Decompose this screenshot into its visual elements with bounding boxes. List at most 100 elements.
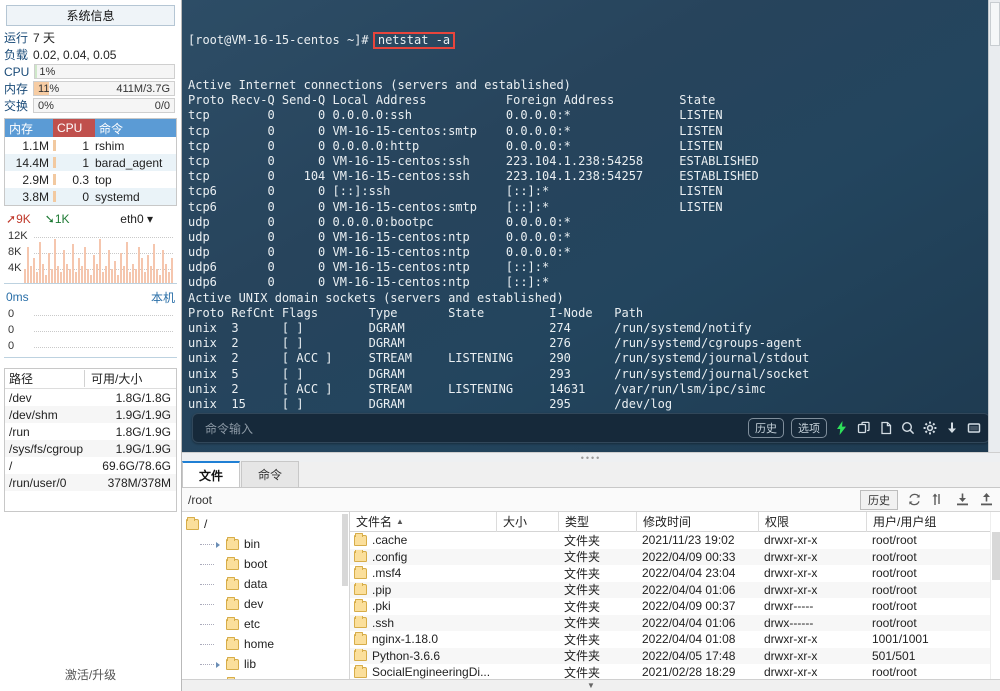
terminal-line: tcp 0 0 VM-16-15-centos:smtp 0.0.0.0:* L… (188, 123, 723, 138)
file-name-cell: .cache (350, 533, 496, 547)
command-input-placeholder[interactable]: 命令输入 (205, 420, 253, 437)
process-col-cmd[interactable]: 命令 (95, 119, 176, 137)
panel-splitter[interactable]: •••• (182, 452, 1000, 462)
tree-item-lib[interactable]: lib (182, 654, 349, 674)
disk-row[interactable]: /sys/fs/cgroup 1.9G/1.9G (5, 440, 176, 457)
file-row[interactable]: .msf4 文件夹 2022/04/04 23:04 drwxr-xr-x root/r… (350, 565, 1000, 582)
terminal-scrollbar[interactable] (988, 0, 1000, 452)
expand-toggle-icon[interactable] (216, 641, 223, 648)
expand-toggle-icon[interactable] (216, 561, 223, 568)
disk-row[interactable]: /run/user/0 378M/378M (5, 474, 176, 491)
expand-toggle-icon[interactable] (216, 661, 223, 668)
column-header-name[interactable]: 文件名 ▲ (350, 512, 496, 532)
expand-toggle-icon[interactable] (216, 581, 223, 588)
tab-commands[interactable]: 命令 (241, 461, 300, 487)
process-col-cpu[interactable]: CPU (53, 119, 95, 137)
file-type: 文件夹 (564, 566, 601, 581)
file-owner: root/root (872, 566, 917, 581)
tree-item-dev[interactable]: dev (182, 594, 349, 614)
command-input-bar[interactable]: 命令输入 历史 选项 (192, 413, 990, 443)
refresh-icon[interactable] (907, 492, 922, 507)
download-icon[interactable] (944, 421, 959, 436)
current-path[interactable]: /root (188, 493, 212, 507)
process-row[interactable]: 1.1M 1 rshim (5, 137, 176, 154)
tree-item-lib64[interactable]: lib64 (182, 674, 349, 679)
tree-item-home[interactable]: home (182, 634, 349, 654)
column-header-permissions[interactable]: 权限 (758, 511, 866, 532)
disk-row[interactable]: / 69.6G/78.6G (5, 457, 176, 474)
file-list-horizontal-scrollbar[interactable]: ▼ (182, 679, 1000, 691)
lightning-icon[interactable] (834, 421, 849, 436)
terminal-line: unix 2 [ ACC ] STREAM LISTENING 14631 /v… (188, 381, 766, 396)
file-row[interactable]: nginx-1.18.0 文件夹 2022/04/04 01:08 drwxr-xr-… (350, 631, 1000, 648)
system-info-button[interactable]: 系统信息 (6, 5, 175, 26)
file-row[interactable]: .pki 文件夹 2022/04/09 00:37 drwxr----- root/ro… (350, 598, 1000, 615)
disk-rows: /dev 1.8G/1.8G/dev/shm 1.9G/1.9G/run 1.8G/1… (5, 389, 176, 511)
folder-icon (354, 615, 367, 629)
command-history-button[interactable]: 历史 (748, 418, 784, 438)
file-history-button[interactable]: 历史 (860, 489, 898, 510)
file-row[interactable]: .pip 文件夹 2022/04/04 01:06 drwxr-xr-x root/ro… (350, 581, 1000, 598)
tree-item-root[interactable]: / (182, 514, 349, 534)
process-row[interactable]: 14.4M 1 barad_agent (5, 154, 176, 171)
tab-files[interactable]: 文件 (182, 461, 241, 487)
file-row[interactable]: Python-3.6.6 文件夹 2022/04/05 17:48 drwxr-xr-… (350, 647, 1000, 664)
tree-item-label: data (244, 577, 268, 591)
copy-icon[interactable] (856, 421, 871, 436)
download-file-icon[interactable] (955, 492, 970, 507)
terminal-line: Active UNIX domain sockets (servers and … (188, 290, 564, 305)
process-col-mem[interactable]: 内存 (5, 119, 53, 137)
file-permissions: drwxr----- (764, 599, 814, 614)
command-options-button[interactable]: 选项 (791, 418, 827, 438)
column-header-size[interactable]: 大小 (496, 511, 558, 532)
process-row[interactable]: 3.8M 0 systemd (5, 188, 176, 205)
network-bar (27, 247, 29, 283)
terminal-panel[interactable]: [root@VM-16-15-centos ~]# netstat -a Act… (182, 0, 1000, 452)
file-row[interactable]: .cache 文件夹 2021/11/23 19:02 drwxr-xr-x root/… (350, 532, 1000, 549)
file-name-cell: .config (350, 549, 496, 564)
network-interface-select[interactable]: eth0 ▾ (120, 212, 153, 226)
tree-item-etc[interactable]: etc (182, 614, 349, 634)
tree-scrollbar[interactable] (341, 512, 349, 679)
window-icon[interactable] (966, 421, 981, 436)
file-name-cell: nginx-1.18.0 (350, 632, 496, 646)
terminal-scrollbar-thumb[interactable] (990, 2, 1000, 46)
file-list-scrollbar[interactable] (990, 512, 1000, 679)
network-bar (144, 272, 146, 283)
expand-toggle-icon[interactable] (216, 601, 223, 608)
file-name: SocialEngineeringDi... (372, 665, 491, 679)
gear-icon[interactable] (922, 421, 937, 436)
upload-file-icon[interactable] (979, 492, 994, 507)
folder-icon (354, 533, 367, 546)
network-bar (87, 269, 89, 283)
process-row[interactable]: 2.9M 0.3 top (5, 171, 176, 188)
column-header-mtime[interactable]: 修改时间 (636, 511, 758, 532)
tree-item-data[interactable]: data (182, 574, 349, 594)
disk-row[interactable]: /dev/shm 1.9G/1.9G (5, 406, 176, 423)
updown-icon[interactable] (931, 492, 946, 507)
disk-row[interactable]: /dev 1.8G/1.8G (5, 389, 176, 406)
search-icon[interactable] (900, 421, 915, 436)
column-header-owner[interactable]: 用户/用户组 (866, 511, 1000, 532)
file-list-scrollbar-thumb[interactable] (992, 532, 1000, 580)
uptime-label: 运行 (4, 31, 29, 45)
file-row[interactable]: .ssh 文件夹 2022/04/04 01:06 drwx------ root/ro… (350, 614, 1000, 631)
disk-table: 路径 可用/大小 /dev 1.8G/1.8G/dev/shm 1.9G/1.9G /… (4, 368, 177, 512)
expand-toggle-icon[interactable] (216, 621, 223, 628)
tree-scrollbar-thumb[interactable] (342, 514, 348, 586)
tab-files-label: 文件 (199, 468, 224, 483)
paste-icon[interactable] (878, 421, 893, 436)
network-bar (63, 250, 65, 283)
activate-upgrade-link[interactable]: 激活/升级 (0, 666, 181, 683)
expand-toggle-icon[interactable] (216, 541, 223, 548)
latency-host[interactable]: 本机 (151, 289, 175, 306)
column-header-type[interactable]: 类型 (558, 511, 636, 532)
folder-icon (354, 665, 367, 678)
disk-row[interactable]: /run 1.8G/1.9G (5, 423, 176, 440)
tree-item-boot[interactable]: boot (182, 554, 349, 574)
file-row[interactable]: SocialEngineeringDi... 文件夹 2021/02/28 18:2… (350, 664, 1000, 679)
swap-row: 交换 0% 0/0 (0, 97, 181, 114)
file-name: .pip (372, 582, 392, 597)
file-row[interactable]: .config 文件夹 2022/04/09 00:33 drwxr-xr-x root… (350, 548, 1000, 565)
tree-item-bin[interactable]: bin (182, 534, 349, 554)
